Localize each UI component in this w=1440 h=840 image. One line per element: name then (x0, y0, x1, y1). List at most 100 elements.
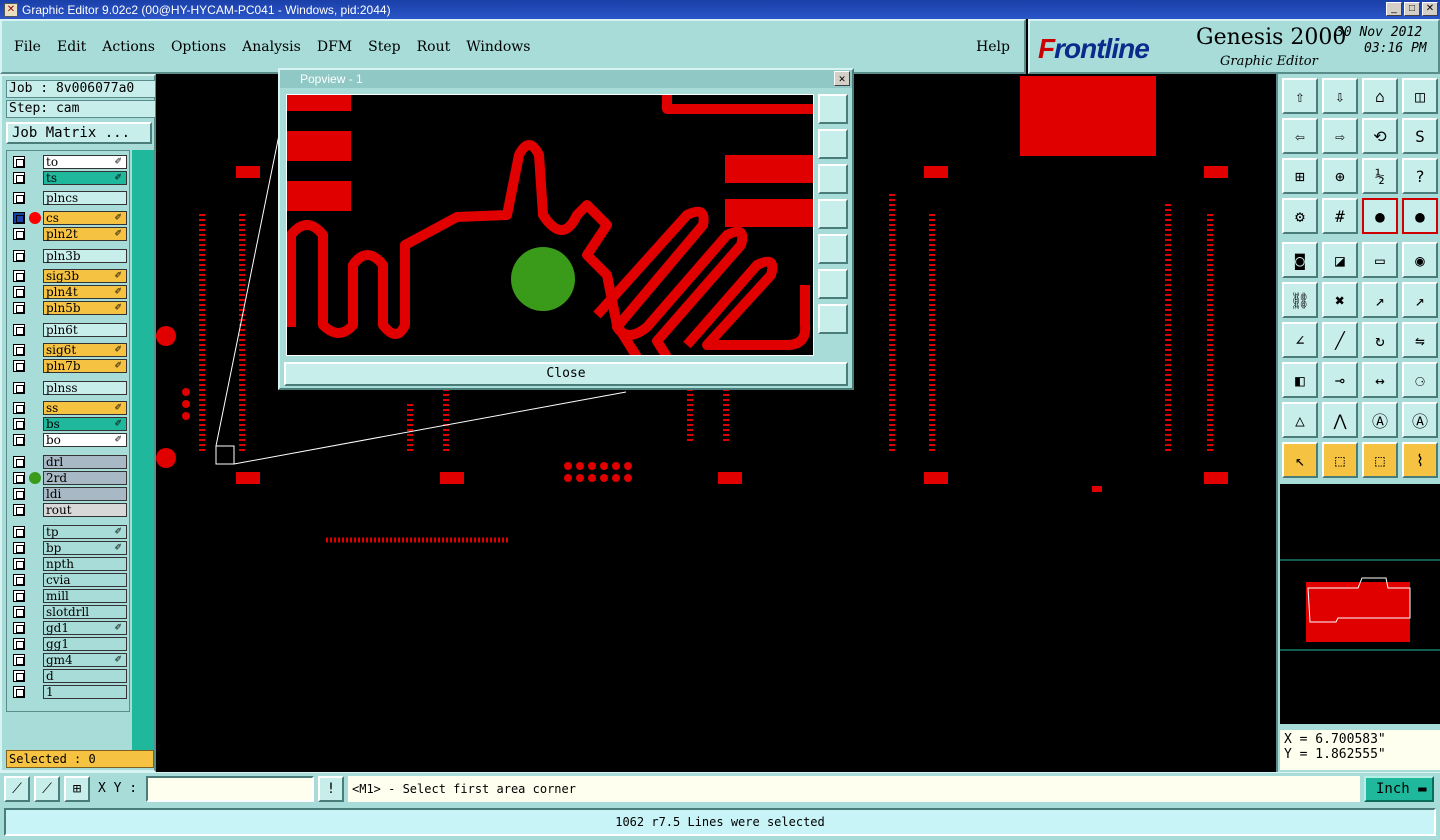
layer-name[interactable]: pln5b ✐ (43, 301, 127, 315)
layer-checkbox[interactable] (13, 360, 25, 372)
layer-checkbox[interactable] (13, 302, 25, 314)
pan-down-icon[interactable]: ⇩ (1322, 78, 1358, 114)
popview-close-icon[interactable]: ✕ (834, 71, 850, 86)
layer-row-bo[interactable]: bo ✐ (9, 433, 129, 447)
layer-checkbox[interactable] (13, 622, 25, 634)
layer-checkbox[interactable] (13, 654, 25, 666)
layer-name[interactable]: pln2t ✐ (43, 227, 127, 241)
overview-map[interactable] (1280, 484, 1440, 724)
layer-display-icon[interactable]: ● (1402, 198, 1438, 234)
alert-icon[interactable]: ! (318, 776, 344, 802)
layer-row-to[interactable]: to ✐ (9, 155, 129, 169)
measure-icon[interactable]: ⚙ (1282, 198, 1318, 234)
popview-close-button[interactable]: Close (284, 362, 848, 386)
minimize-button[interactable]: _ (1386, 2, 1402, 16)
layer-row-pln6t[interactable]: pln6t (9, 323, 129, 337)
add-pad-icon[interactable]: ◙ (1282, 242, 1318, 278)
layer-row-ts[interactable]: ts ✐ (9, 171, 129, 185)
layer-checkbox[interactable] (13, 456, 25, 468)
layer-row-pln3b[interactable]: pln3b (9, 249, 129, 263)
layer-row-pln5b[interactable]: pln5b ✐ (9, 301, 129, 315)
rotate-icon[interactable]: ↻ (1362, 322, 1398, 358)
popview-zoom-in-icon[interactable] (818, 269, 848, 299)
split-view-icon[interactable]: ◫ (1402, 78, 1438, 114)
zoom-out-icon[interactable]: ⊕ (1322, 158, 1358, 194)
layer-checkbox[interactable] (13, 228, 25, 240)
layer-name[interactable]: to ✐ (43, 155, 127, 169)
layer-row-pln2t[interactable]: pln2t ✐ (9, 227, 129, 241)
layer-name[interactable]: d (43, 669, 127, 683)
layer-checkbox[interactable] (13, 172, 25, 184)
close-window-button[interactable]: ✕ (1422, 2, 1438, 16)
unit-select[interactable]: Inch ▬ (1364, 776, 1434, 802)
zoom-area-icon[interactable]: ⟲ (1362, 118, 1398, 154)
move-icon[interactable]: ↗ (1362, 282, 1398, 318)
arc-3-icon[interactable]: Ⓐ (1362, 402, 1398, 438)
layer-name[interactable]: npth (43, 557, 127, 571)
grid-mode-icon[interactable]: ⊞ (64, 776, 90, 802)
layer-checkbox[interactable] (13, 192, 25, 204)
layer-row-d[interactable]: d (9, 669, 129, 683)
layer-name[interactable]: cvia (43, 573, 127, 587)
zoom-1to2-icon[interactable]: ½ (1362, 158, 1398, 194)
add-line-icon[interactable]: ◪ (1322, 242, 1358, 278)
add-surface-icon[interactable]: ◉ (1402, 242, 1438, 278)
dimension-icon[interactable]: ↔ (1362, 362, 1398, 398)
select-poly-icon[interactable]: ⬚ (1362, 442, 1398, 478)
layer-checkbox[interactable] (13, 542, 25, 554)
layer-name[interactable]: ss ✐ (43, 401, 127, 415)
home-icon[interactable]: ⌂ (1362, 78, 1398, 114)
layer-row-sig3b[interactable]: sig3b ✐ (9, 269, 129, 283)
menu-help[interactable]: Help (976, 39, 1010, 55)
help-icon[interactable]: ? (1402, 158, 1438, 194)
layer-checkbox[interactable] (13, 402, 25, 414)
layer-checkbox[interactable] (13, 488, 25, 500)
menu-file[interactable]: File (14, 39, 41, 55)
menu-options[interactable]: Options (171, 39, 226, 55)
layer-color-icon[interactable]: ● (1362, 198, 1398, 234)
menu-step[interactable]: Step (368, 39, 400, 55)
arc-icon[interactable]: △ (1282, 402, 1318, 438)
layer-checkbox[interactable] (13, 558, 25, 570)
layer-row-cs[interactable]: cs ✐ (9, 211, 129, 225)
select-area-icon[interactable]: ⬚ (1322, 442, 1358, 478)
grid-icon[interactable]: # (1322, 198, 1358, 234)
menu-rout[interactable]: Rout (417, 39, 451, 55)
layer-row-plncs[interactable]: plncs (9, 191, 129, 205)
pan-up-icon[interactable]: ⇧ (1282, 78, 1318, 114)
layer-name[interactable]: plnss (43, 381, 127, 395)
layer-name[interactable]: mill (43, 589, 127, 603)
layer-row-rout[interactable]: rout (9, 503, 129, 517)
layer-checkbox[interactable] (13, 382, 25, 394)
copy-icon[interactable]: ↗ (1402, 282, 1438, 318)
layer-name[interactable]: cs ✐ (43, 211, 127, 225)
delete-icon[interactable]: ✖ (1322, 282, 1358, 318)
layer-row-2rd[interactable]: 2rd (9, 471, 129, 485)
resize-icon[interactable]: ◧ (1282, 362, 1318, 398)
menu-dfm[interactable]: DFM (317, 39, 352, 55)
layer-name[interactable]: plncs (43, 191, 127, 205)
layer-name[interactable]: bp ✐ (43, 541, 127, 555)
layer-row-drl[interactable]: drl (9, 455, 129, 469)
layer-row-gg1[interactable]: gg1 (9, 637, 129, 651)
layer-name[interactable]: sig6t ✐ (43, 343, 127, 357)
xy-input[interactable] (146, 776, 314, 802)
layer-checkbox[interactable] (13, 574, 25, 586)
select-net-icon[interactable]: ⌇ (1402, 442, 1438, 478)
layer-row-ldi[interactable]: ldi (9, 487, 129, 501)
layer-checkbox[interactable] (13, 472, 25, 484)
menu-windows[interactable]: Windows (466, 39, 530, 55)
layer-row-sig6t[interactable]: sig6t ✐ (9, 343, 129, 357)
pan-right-icon[interactable]: ⇨ (1322, 118, 1358, 154)
layer-checkbox[interactable] (13, 686, 25, 698)
layer-scrollbar[interactable] (132, 150, 154, 750)
maximize-button[interactable]: □ (1404, 2, 1420, 16)
popview-zoom-window-icon[interactable] (818, 94, 848, 124)
layer-checkbox[interactable] (13, 418, 25, 430)
layer-checkbox[interactable] (13, 590, 25, 602)
layer-row-pln4t[interactable]: pln4t ✐ (9, 285, 129, 299)
layer-checkbox[interactable] (13, 606, 25, 618)
layer-row-tp[interactable]: tp ✐ (9, 525, 129, 539)
layer-checkbox[interactable] (13, 286, 25, 298)
menu-actions[interactable]: Actions (102, 39, 155, 55)
